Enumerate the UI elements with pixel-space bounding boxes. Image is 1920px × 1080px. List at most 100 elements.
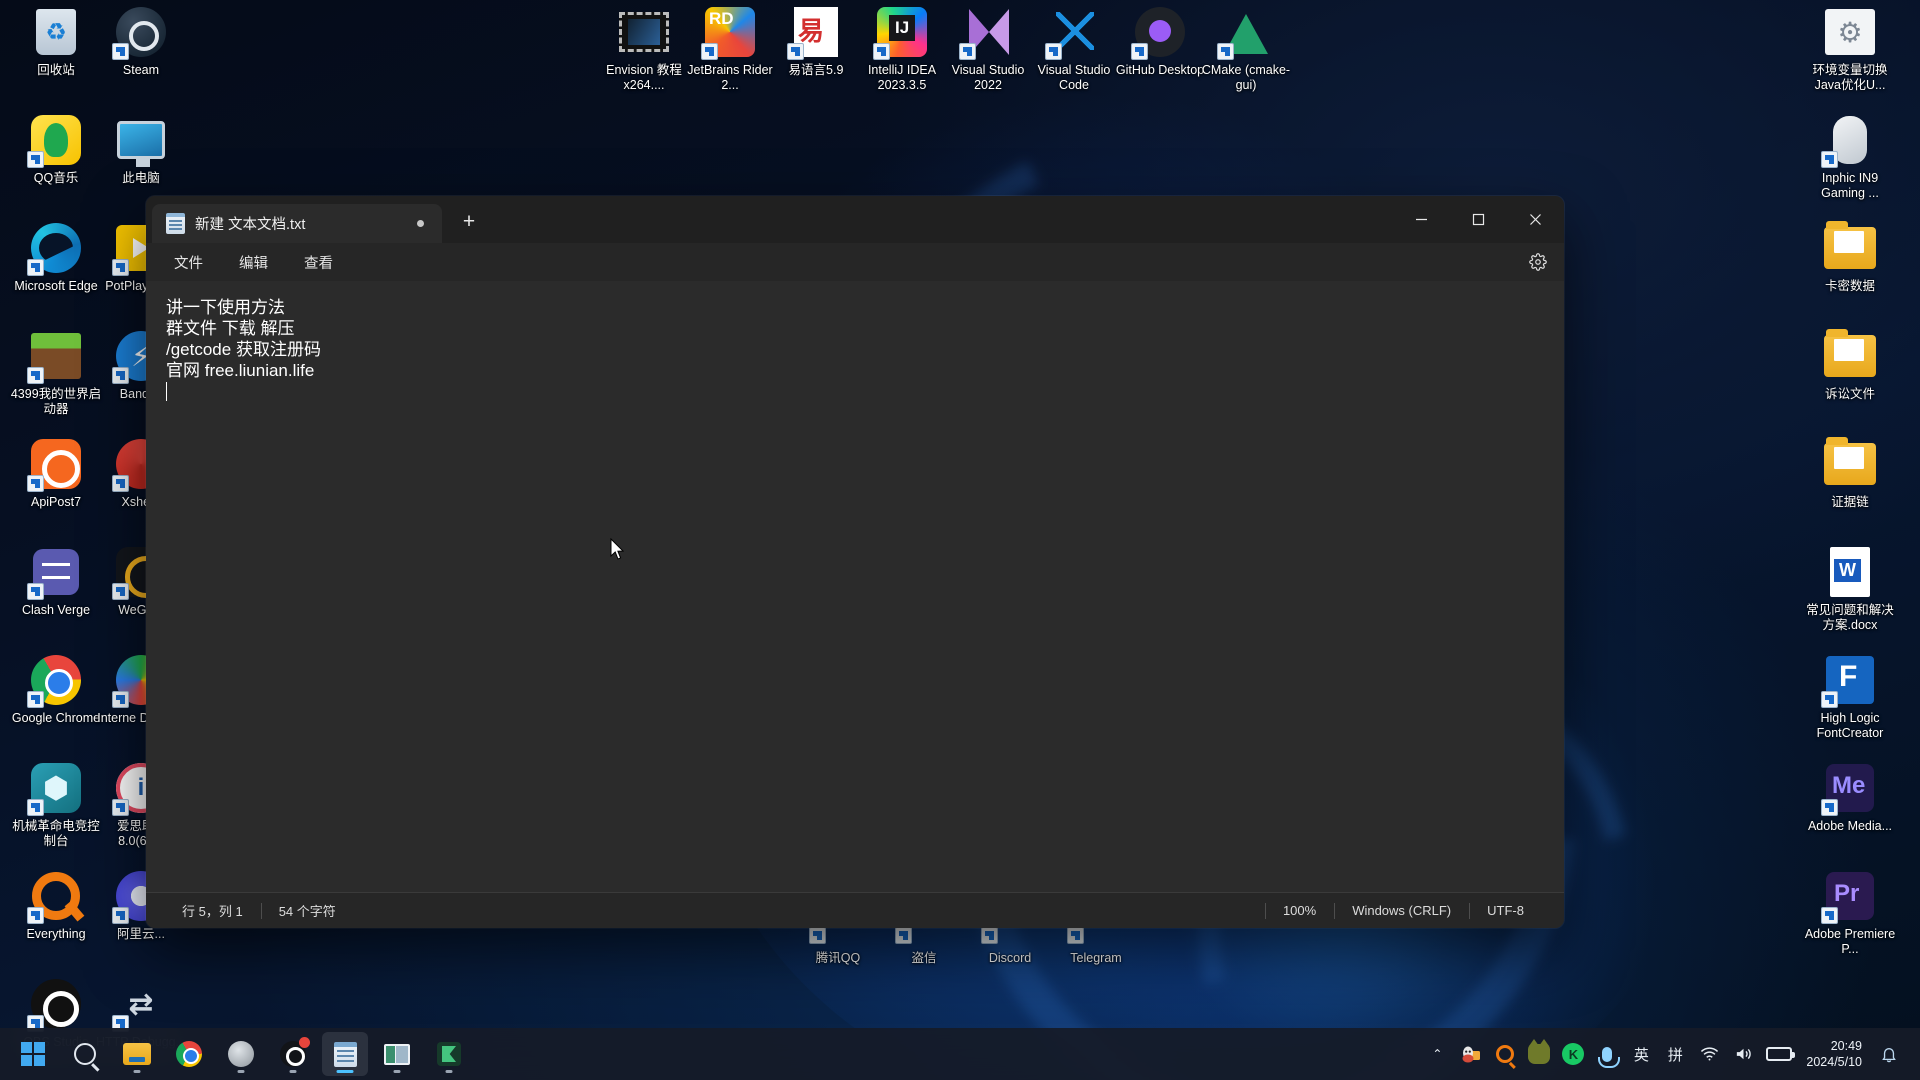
shortcut-arrow-icon (959, 43, 976, 60)
desktop-icon-label: IntelliJ IDEA 2023.3.5 (867, 63, 937, 92)
chrome-icon (176, 1041, 202, 1067)
maximize-icon[interactable] (1450, 196, 1507, 243)
desktop-icon[interactable]: Visual Studio Code (1026, 6, 1122, 92)
notepad-titlebar[interactable]: 新建 文本文档.txt + (146, 196, 1564, 243)
notepad-window[interactable]: 新建 文本文档.txt + 文件 编辑 查看 讲一下使用方法 群文件 下载 解压… (146, 196, 1564, 928)
shortcut-arrow-icon (1131, 43, 1148, 60)
desktop-icon-label: Steam (122, 63, 160, 77)
desktop-icon-label: 盗信 (911, 951, 937, 965)
notepad-taskbar-button[interactable] (322, 1032, 368, 1076)
shortcut-arrow-icon (701, 43, 718, 60)
desktop-icon-label: Google Chrome (11, 711, 101, 725)
shortcut-arrow-icon (809, 927, 826, 944)
menu-item-view[interactable]: 查看 (288, 246, 349, 279)
document-line: 群文件 下载 解压 (166, 319, 295, 338)
search-icon (74, 1043, 96, 1065)
close-icon[interactable] (1507, 196, 1564, 243)
desktop-icon[interactable]: High Logic FontCreator (1802, 654, 1898, 740)
desktop-icon[interactable]: Google Chrome (8, 654, 104, 726)
shortcut-arrow-icon (112, 43, 129, 60)
character-count-status: 54 个字符 (261, 901, 354, 920)
desktop-icon-label: Visual Studio 2022 (951, 63, 1025, 92)
chrome-button[interactable] (166, 1032, 212, 1076)
desktop-icon[interactable]: 回收站 (8, 6, 104, 78)
shortcut-arrow-icon (112, 799, 129, 816)
taskbar-buttons (0, 1028, 1920, 1080)
desktop-icon-label: 卡密数据 (1824, 279, 1875, 293)
contact-button[interactable] (218, 1032, 264, 1076)
folder-paper-icon (1834, 339, 1864, 361)
desktop-icon[interactable]: IntelliJ IDEA 2023.3.5 (854, 6, 950, 92)
desktop-icon[interactable]: QQ音乐 (8, 114, 104, 186)
desktop-icon[interactable]: Microsoft Edge (8, 222, 104, 294)
desktop-icon-label: CMake (cmake-gui) (1201, 63, 1291, 92)
desktop-icon[interactable]: 环境变量切换Java优化U... (1802, 6, 1898, 92)
shortcut-arrow-icon (1821, 691, 1838, 708)
envision-icon (619, 12, 669, 52)
avatar (228, 1041, 254, 1067)
desktop-icon[interactable]: GitHub Desktop (1112, 6, 1208, 78)
taskbar: ⌃ K 英 拼 20:49 2024/5/10 (0, 1028, 1920, 1080)
desktop-icon-label: 此电脑 (122, 171, 160, 185)
pc-icon (117, 121, 165, 167)
window-taskbar-button[interactable] (374, 1032, 420, 1076)
folder-paper-icon (1834, 447, 1864, 469)
desktop-icon-label: ApiPost7 (30, 495, 82, 509)
desktop-icon[interactable]: 机械革命电竞控制台 (8, 762, 104, 848)
desktop-icon[interactable]: 此电脑 (93, 114, 189, 186)
obs-button[interactable] (270, 1032, 316, 1076)
file-explorer-button[interactable] (114, 1032, 160, 1076)
minimize-icon[interactable] (1393, 196, 1450, 243)
desktop-icon[interactable]: 卡密数据 (1802, 221, 1898, 294)
desktop-icon[interactable]: CMake (cmake-gui) (1198, 6, 1294, 92)
shortcut-arrow-icon (27, 475, 44, 492)
desktop-icon[interactable]: Inphic IN9 Gaming ... (1802, 114, 1898, 200)
line-ending-status[interactable]: Windows (CRLF) (1334, 903, 1469, 918)
shortcut-arrow-icon (1217, 43, 1234, 60)
microphone-icon (1598, 1046, 1621, 1068)
desktop-icon[interactable]: Visual Studio 2022 (940, 6, 1036, 92)
desktop-icon[interactable]: 4399我的世界启动器 (8, 330, 104, 416)
desktop-icon-label: JetBrains Rider 2... (687, 63, 773, 92)
notepad-icon (333, 1041, 357, 1067)
encoding-status[interactable]: UTF-8 (1469, 903, 1542, 918)
desktop-icon[interactable]: 诉讼文件 (1802, 329, 1898, 402)
desktop-icon[interactable]: Clash Verge (8, 546, 104, 618)
desktop-icon-label: Clash Verge (21, 603, 91, 617)
menu-item-file[interactable]: 文件 (158, 246, 219, 279)
desktop-icon-label: Visual Studio Code (1037, 63, 1111, 92)
desktop-icon[interactable]: 证据链 (1802, 437, 1898, 510)
desktop-icon-label: GitHub Desktop (1115, 63, 1205, 77)
shortcut-arrow-icon (27, 907, 44, 924)
desktop-icon-label: 诉讼文件 (1824, 387, 1875, 401)
desktop-icon[interactable]: Envision 教程 x264.... (596, 6, 692, 92)
desktop-icon[interactable]: JetBrains Rider 2... (682, 6, 778, 92)
green-app-taskbar-button[interactable] (426, 1032, 472, 1076)
menu-item-edit[interactable]: 编辑 (223, 246, 284, 279)
active-indicator (336, 1070, 354, 1073)
env-icon (1825, 9, 1875, 55)
gear-icon[interactable] (1526, 250, 1550, 274)
desktop-icon[interactable]: 易语言5.9 (768, 6, 864, 78)
start-button[interactable] (10, 1032, 56, 1076)
mouse-icon (1833, 116, 1867, 164)
desktop-icon[interactable]: Everything (8, 870, 104, 942)
desktop-icon[interactable]: Steam (93, 6, 189, 78)
notepad-statusbar: 行 5，列 1 54 个字符 100% Windows (CRLF) UTF-8 (146, 892, 1564, 928)
search-button[interactable] (62, 1032, 108, 1076)
desktop-icon[interactable]: ApiPost7 (8, 438, 104, 510)
desktop-icon-label: Adobe Premiere P... (1804, 927, 1896, 956)
shortcut-arrow-icon (112, 259, 129, 276)
desktop-icon[interactable]: Adobe Media... (1802, 762, 1898, 834)
desktop-icon[interactable]: Adobe Premiere P... (1802, 870, 1898, 956)
notepad-tab[interactable]: 新建 文本文档.txt (152, 204, 442, 243)
shortcut-arrow-icon (27, 583, 44, 600)
running-indicator (237, 1070, 245, 1073)
folder-paper-icon (1834, 231, 1864, 253)
new-tab-button[interactable]: + (450, 203, 488, 241)
notepad-text-area[interactable]: 讲一下使用方法 群文件 下载 解压 /getcode 获取注册码 官网 free… (146, 281, 1564, 892)
zoom-level-status[interactable]: 100% (1265, 903, 1334, 918)
desktop-icon-label: Microsoft Edge (14, 279, 98, 293)
shortcut-arrow-icon (1821, 151, 1838, 168)
desktop-icon[interactable]: 常见问题和解决方案.docx (1802, 546, 1898, 632)
